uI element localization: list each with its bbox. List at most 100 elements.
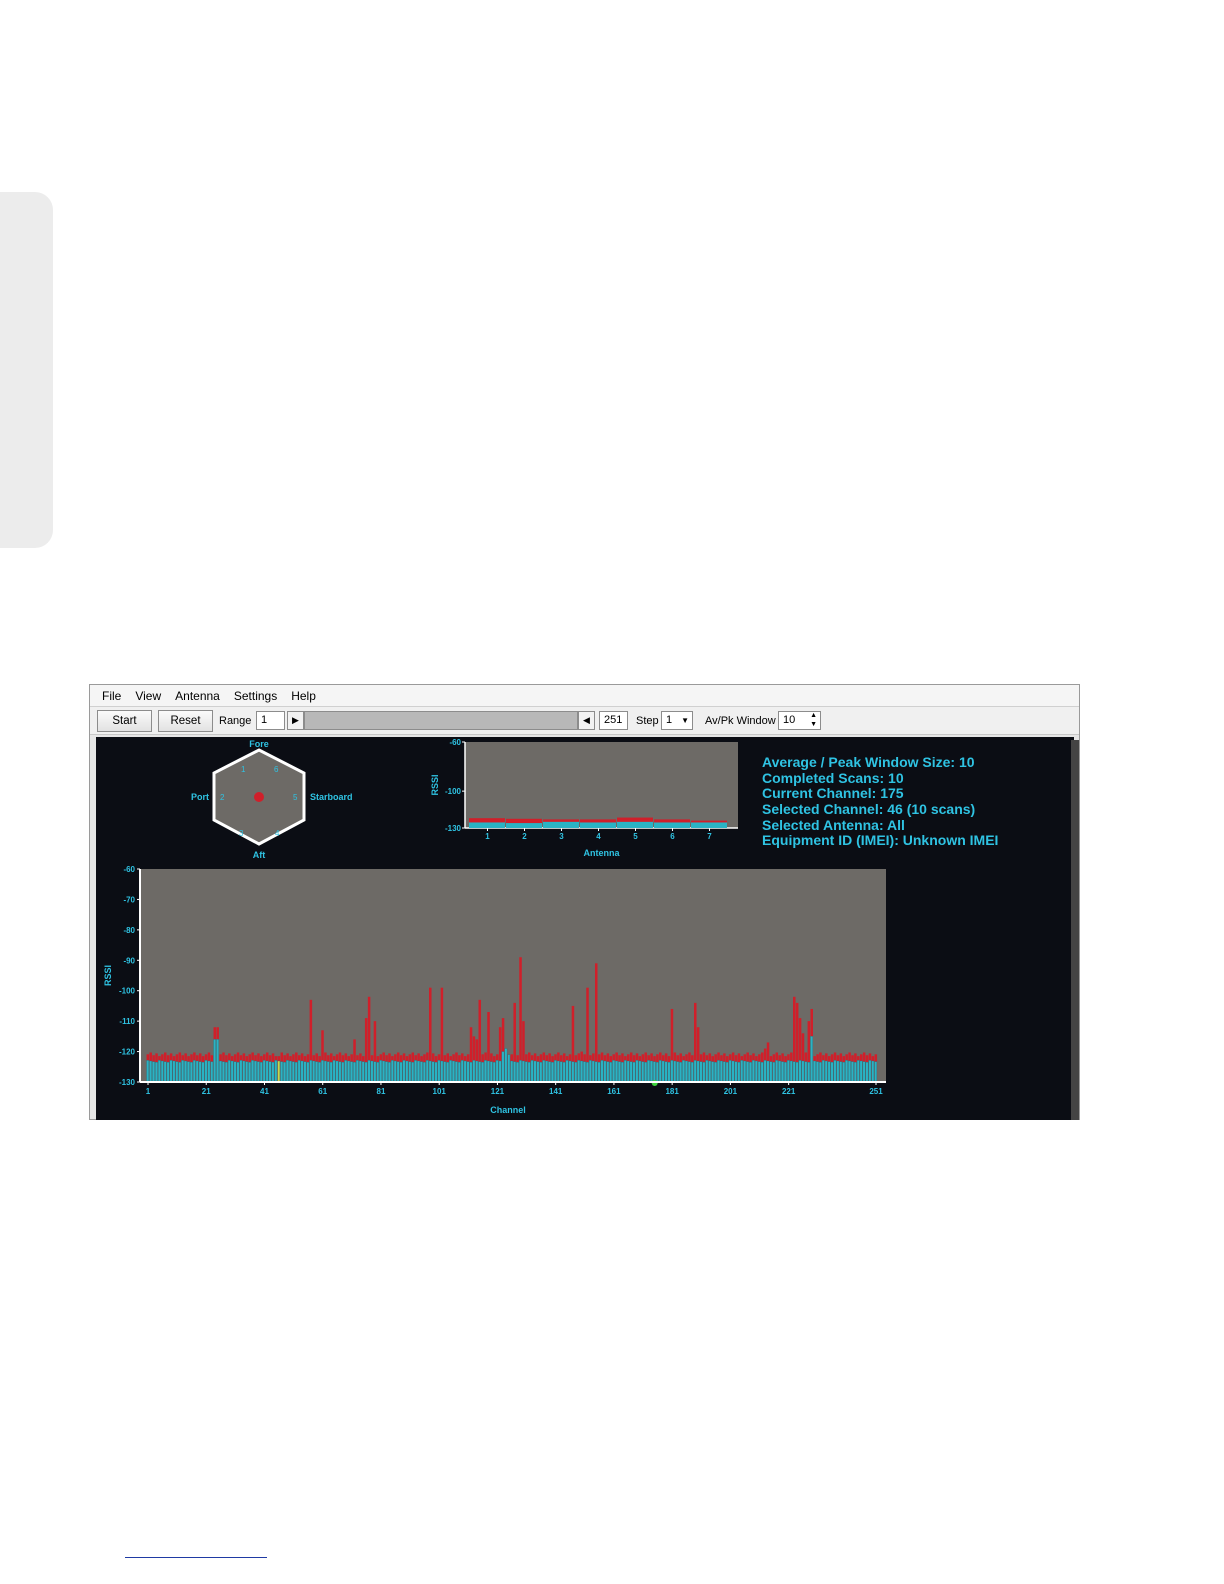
start-button[interactable]: Start — [97, 710, 152, 732]
antenna-x-tick-label: 2 — [522, 832, 527, 841]
channel-average-bar — [638, 1060, 642, 1083]
channel-average-bar — [705, 1060, 709, 1083]
channel-x-tick-label: 1 — [146, 1087, 151, 1096]
channel-x-tick-label: 61 — [318, 1087, 327, 1096]
display-scroll-edge — [1071, 740, 1079, 1120]
antenna-compass[interactable]: Fore Aft Port Starboard 1 2 3 4 5 6 — [191, 739, 353, 860]
reset-button[interactable]: Reset — [158, 710, 213, 732]
channel-average-bar — [286, 1060, 289, 1083]
channel-average-bar — [321, 1060, 324, 1083]
channel-average-bar — [798, 1060, 802, 1083]
step-select[interactable]: 1 ▼ — [661, 711, 693, 730]
menu-settings[interactable]: Settings — [234, 689, 277, 703]
channel-average-bar — [324, 1060, 327, 1083]
channel-average-bar — [166, 1062, 170, 1083]
channel-y-tick-label: -130 — [119, 1078, 136, 1087]
menu-help[interactable]: Help — [291, 689, 316, 703]
channel-y-tick-label: -110 — [119, 1017, 135, 1026]
channel-average-bar — [190, 1062, 193, 1083]
channel-average-bar — [804, 1061, 808, 1083]
channel-average-bar — [222, 1061, 225, 1083]
channel-average-bar — [781, 1061, 784, 1083]
channel-average-bar — [612, 1060, 615, 1083]
range-end-field[interactable]: 251 — [599, 711, 628, 730]
antenna-x-tick-label: 7 — [707, 832, 712, 841]
channel-average-bar — [460, 1060, 464, 1083]
range-slider-track[interactable] — [304, 711, 578, 730]
channel-average-bar — [484, 1060, 487, 1083]
channel-average-bar — [431, 1061, 435, 1083]
channel-average-bar — [184, 1060, 187, 1083]
channel-average-bar — [539, 1062, 543, 1083]
channel-average-bar — [775, 1060, 778, 1083]
channel-average-bar — [347, 1060, 350, 1083]
channel-average-bar — [271, 1062, 275, 1083]
channel-average-bar — [242, 1060, 246, 1083]
channel-average-bar — [230, 1060, 234, 1083]
page-side-tab — [0, 192, 53, 548]
channel-average-bar — [720, 1060, 723, 1083]
channel-average-bar — [216, 1039, 219, 1083]
channel-average-bar — [813, 1060, 816, 1083]
antenna-x-axis-title: Antenna — [584, 848, 621, 858]
channel-average-bar — [446, 1062, 449, 1083]
channel-average-bar — [632, 1062, 636, 1083]
antenna-y-tick-label: -130 — [445, 824, 462, 833]
channel-average-bar — [472, 1060, 476, 1083]
menu-file[interactable]: File — [102, 689, 121, 703]
channel-average-bar — [836, 1060, 840, 1083]
compass-starboard-label: Starboard — [310, 792, 353, 802]
channel-y-tick-label: -60 — [123, 865, 135, 874]
spinner-arrows-icon: ▲ ▼ — [810, 712, 817, 728]
channel-x-tick-label: 251 — [869, 1087, 883, 1096]
channel-average-bar — [623, 1060, 627, 1083]
channel-average-bar — [452, 1060, 455, 1083]
channel-average-bar — [259, 1062, 263, 1083]
channel-average-bar — [201, 1062, 205, 1083]
selected-channel-bar — [277, 1060, 281, 1083]
channel-average-bar — [690, 1062, 694, 1083]
channel-average-bar — [187, 1061, 190, 1083]
channel-average-bar — [664, 1061, 668, 1083]
footnote-rule — [125, 1557, 267, 1558]
antenna-average-bar — [469, 822, 505, 828]
avpk-window-value: 10 — [783, 714, 796, 726]
channel-average-bar — [268, 1061, 272, 1083]
channel-average-bar — [722, 1061, 726, 1083]
channel-average-bar — [685, 1060, 688, 1083]
channel-average-bar — [283, 1062, 286, 1083]
channel-average-bar — [210, 1061, 214, 1083]
channel-plot-area — [140, 869, 886, 1082]
channel-average-bar — [455, 1061, 458, 1083]
avpk-window-spinner[interactable]: 10 ▲ ▼ — [778, 711, 821, 730]
menu-antenna[interactable]: Antenna — [175, 689, 220, 703]
channel-average-bar — [717, 1060, 720, 1083]
channel-average-bar — [332, 1060, 336, 1083]
channel-average-bar — [769, 1061, 773, 1083]
channel-average-bar — [169, 1060, 173, 1083]
channel-average-bar — [830, 1062, 834, 1083]
channel-average-bar — [816, 1061, 819, 1083]
range-right-arrow-icon[interactable]: ▶ — [287, 711, 304, 730]
channel-average-bar — [763, 1060, 767, 1083]
channel-average-bar — [373, 1061, 377, 1083]
channel-average-bar — [198, 1061, 202, 1083]
channel-average-bar — [571, 1061, 575, 1083]
channel-average-bar — [519, 1060, 522, 1083]
channel-average-bar — [635, 1060, 639, 1083]
channel-average-bar — [501, 1051, 505, 1083]
compass-fore-label: Fore — [249, 739, 269, 749]
channel-average-bar — [289, 1060, 292, 1083]
antenna-average-bar — [506, 823, 542, 828]
channel-average-bar — [749, 1062, 752, 1083]
channel-average-bar — [367, 1060, 371, 1083]
channel-x-tick-label: 81 — [377, 1087, 386, 1096]
range-start-field[interactable]: 1 — [256, 711, 285, 730]
channel-average-bar — [839, 1061, 843, 1083]
channel-average-bar — [673, 1060, 677, 1083]
channel-average-bar — [653, 1061, 656, 1083]
menu-view[interactable]: View — [135, 689, 161, 703]
range-left-arrow-icon[interactable]: ◀ — [578, 711, 595, 730]
channel-average-bar — [490, 1061, 493, 1083]
channel-average-bar — [772, 1062, 776, 1083]
